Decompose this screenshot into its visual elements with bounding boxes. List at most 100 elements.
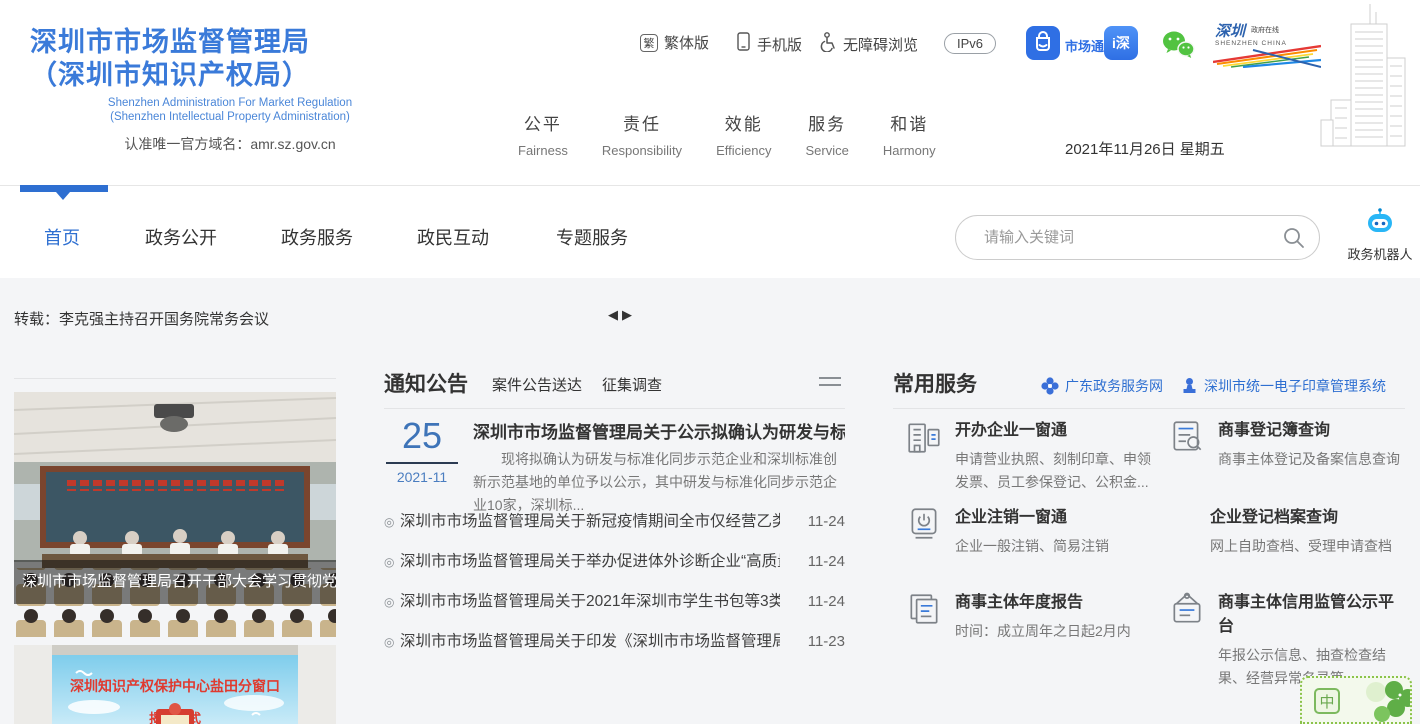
notice-list: ◎ 深圳市市场监督管理局关于新冠疫情期间全市仅经营乙类非... 11-24 ◎ …: [384, 502, 845, 662]
service-title: 企业登记档案查询: [1210, 503, 1392, 527]
value-responsibility: 责任 Responsibility: [602, 110, 682, 158]
value-en: Harmony: [883, 143, 936, 158]
site-logo[interactable]: 深圳市市场监督管理局 （深圳市知识产权局） Shenzhen Administr…: [30, 26, 470, 154]
bullet-icon: ◎: [384, 582, 394, 622]
ishenzhen-app-glyph: i深: [1104, 26, 1138, 60]
power-book-icon: [905, 505, 943, 548]
service-desc: 网上自助查档、受理申请查档: [1210, 535, 1392, 558]
featured-day: 25: [385, 416, 459, 456]
traditional-chinese-link[interactable]: 繁 繁体版: [640, 32, 709, 53]
gov-robot-button[interactable]: 政务机器人: [1342, 208, 1418, 263]
search-box: [955, 215, 1320, 260]
value-zh: 服务: [805, 110, 848, 135]
ticker-prev-icon[interactable]: ◀: [608, 307, 622, 322]
nav-item-public-info[interactable]: 政务公开: [145, 224, 217, 250]
notices-title: 通知公告: [384, 368, 468, 398]
site-title-zh-1: 深圳市市场监督管理局: [30, 26, 470, 59]
notice-date: 11-24: [808, 542, 845, 582]
traditional-chinese-label: 繁体版: [664, 32, 709, 53]
ticker-controls: ◀▶: [608, 307, 636, 323]
accessibility-icon: [818, 32, 837, 56]
news-ticker-link[interactable]: 转载：李克强主持召开国务院常务会议: [14, 308, 269, 329]
nav-item-special[interactable]: 专题服务: [556, 224, 628, 250]
search-input[interactable]: [984, 229, 1269, 246]
guangdong-gov-portal-label: 广东政务服务网: [1065, 376, 1163, 396]
search-button[interactable]: [1269, 226, 1319, 250]
market-app-icon: [1026, 26, 1060, 65]
shenzhen-china-logo-glyph: 深圳 政府在线 SHENZHEN CHINA: [1213, 20, 1321, 68]
gov-robot-label: 政务机器人: [1342, 244, 1418, 263]
eseal-system-link[interactable]: 深圳市统一电子印章管理系统: [1181, 376, 1386, 396]
report-icon: [905, 590, 943, 633]
site-title-en-2: (Shenzhen Intellectual Property Administ…: [30, 110, 430, 124]
featured-notice[interactable]: 25 2021-11 深圳市市场监督管理局关于公示拟确认为研发与标... 现将拟…: [384, 416, 845, 500]
robot-icon: [1364, 208, 1396, 236]
value-en: Efficiency: [716, 143, 771, 158]
value-zh: 公平: [518, 110, 568, 135]
mobile-version-link[interactable]: 手机版: [736, 32, 802, 56]
service-desc: 时间：成立周年之日起2月内: [955, 620, 1131, 643]
page: 深圳市市场监督管理局 （深圳市知识产权局） Shenzhen Administr…: [0, 0, 1420, 724]
carousel-slide-meeting[interactable]: 深圳市市场监督管理局召开干部大会学习贯彻党的十...: [14, 392, 336, 637]
market-app-label: 市场通: [1065, 36, 1104, 55]
value-fairness: 公平 Fairness: [518, 110, 568, 158]
notices-more-button[interactable]: [819, 372, 841, 391]
wechat-glyph: [1160, 30, 1196, 60]
wechat-icon[interactable]: [1160, 30, 1196, 60]
site-title-en-1: Shenzhen Administration For Market Regul…: [30, 96, 430, 110]
widget-zhong-label: 中: [1314, 688, 1340, 714]
mobile-icon: [736, 32, 751, 56]
sz-logo-zh: 深圳: [1215, 23, 1248, 40]
notice-list-item[interactable]: ◎ 深圳市市场监督管理局关于印发《深圳市市场监督管理局商... 11-23: [384, 622, 845, 662]
building-doc-icon: [905, 418, 943, 461]
site-title-zh-2: （深圳市知识产权局）: [30, 59, 470, 92]
values-banner: 公平 Fairness 责任 Responsibility 效能 Efficie…: [518, 110, 936, 158]
notice-list-item[interactable]: ◎ 深圳市市场监督管理局关于新冠疫情期间全市仅经营乙类非... 11-24: [384, 502, 845, 542]
floating-widget[interactable]: 中: [1300, 676, 1412, 724]
carousel-slide-unveiling[interactable]: 深圳知识产权保护中心盐田分窗口 揭牌仪式: [14, 645, 336, 724]
notices-panel: 通知公告 案件公告送达 征集调查 25 2021-11 深圳市市场监督管理局关于…: [384, 360, 845, 660]
value-en: Service: [805, 143, 848, 158]
value-zh: 效能: [716, 110, 771, 135]
value-zh: 和谐: [883, 110, 936, 135]
value-harmony: 和谐 Harmony: [883, 110, 936, 158]
ishenzhen-app-icon[interactable]: i深: [1104, 26, 1138, 60]
service-desc: 申请营业执照、刻制印章、申领发票、员工参保登记、公积金...: [955, 448, 1155, 494]
ipv6-badge[interactable]: IPv6: [944, 33, 996, 54]
notice-title: 深圳市市场监督管理局关于2021年深圳市学生书包等3类产...: [400, 582, 780, 622]
notice-title: 深圳市市场监督管理局关于印发《深圳市市场监督管理局商...: [400, 622, 780, 662]
active-tab-indicator: [20, 185, 108, 192]
ticker-next-icon[interactable]: ▶: [622, 307, 636, 322]
notice-list-item[interactable]: ◎ 深圳市市场监督管理局关于举办促进体外诊断企业“高质量... 11-24: [384, 542, 845, 582]
sz-logo-en: SHENZHEN CHINA: [1215, 40, 1287, 47]
accessibility-label: 无障碍浏览: [843, 34, 918, 55]
tab-case-announcements[interactable]: 案件公告送达: [492, 374, 582, 395]
service-title: 商事登记簿查询: [1218, 416, 1400, 440]
accessibility-link[interactable]: 无障碍浏览: [818, 32, 918, 56]
bullet-icon: ◎: [384, 542, 394, 582]
building-sketch: [1315, 0, 1420, 165]
search-icon: [1282, 226, 1306, 250]
clover-leaves-icon: [1346, 678, 1412, 724]
content-area: 转载：李克强主持召开国务院常务会议 ◀▶: [0, 278, 1420, 724]
services-title: 常用服务: [893, 368, 977, 398]
notice-list-item[interactable]: ◎ 深圳市市场监督管理局关于2021年深圳市学生书包等3类产... 11-24: [384, 582, 845, 622]
site-header: 深圳市市场监督管理局 （深圳市知识产权局） Shenzhen Administr…: [0, 0, 1420, 185]
market-app-link[interactable]: 市场通: [1026, 26, 1104, 65]
value-efficiency: 效能 Efficiency: [716, 110, 771, 158]
value-en: Responsibility: [602, 143, 682, 158]
service-title: 开办企业一窗通: [955, 416, 1155, 440]
signboard-icon: [1168, 590, 1206, 633]
notices-divider: [384, 408, 845, 409]
shenzhen-china-logo[interactable]: 深圳 政府在线 SHENZHEN CHINA: [1213, 20, 1321, 68]
nav-item-home[interactable]: 首页: [44, 224, 80, 250]
news-carousel: 深圳市市场监督管理局召开干部大会学习贯彻党的十...: [14, 390, 336, 724]
services-panel: 常用服务 广东政务服务网 深圳市统一电子印章管理系统: [893, 360, 1405, 660]
guangdong-gov-portal-link[interactable]: 广东政务服务网: [1041, 376, 1163, 396]
nav-item-services[interactable]: 政务服务: [281, 224, 353, 250]
bullet-icon: ◎: [384, 502, 394, 542]
current-date: 2021年11月26日 星期五: [1065, 138, 1225, 159]
nav-item-interaction[interactable]: 政民互动: [417, 224, 489, 250]
active-tab-indicator-arrow: [56, 192, 70, 200]
tab-surveys[interactable]: 征集调查: [602, 374, 662, 395]
